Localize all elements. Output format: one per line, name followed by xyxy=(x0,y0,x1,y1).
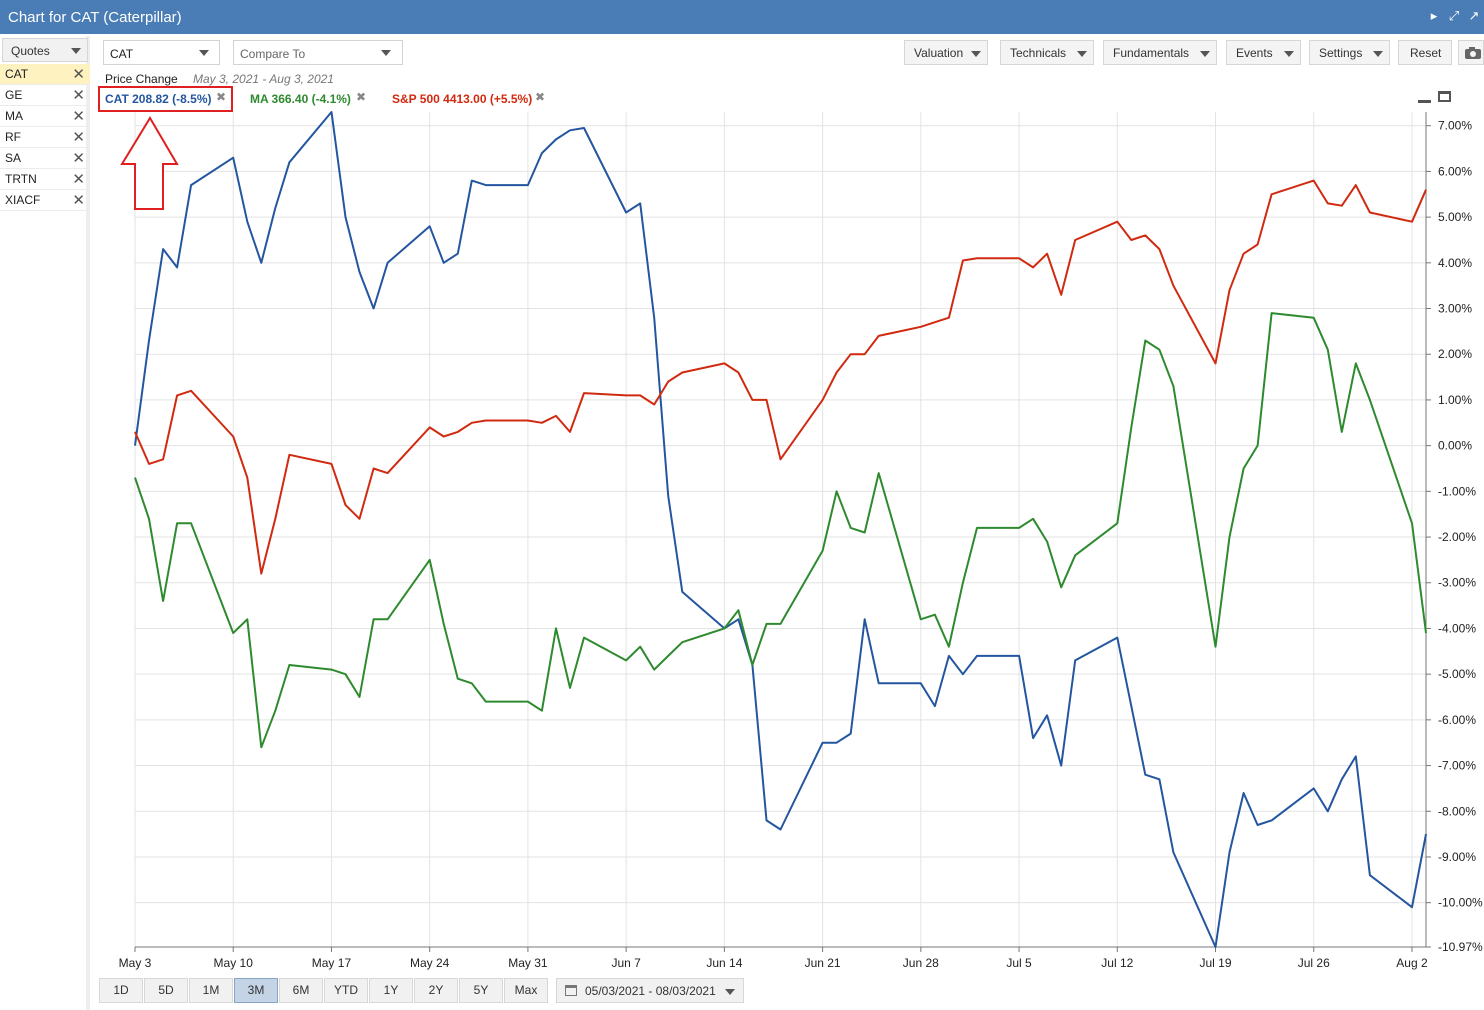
range-button-1d[interactable]: 1D xyxy=(99,978,143,1003)
y-tick-label: -1.00% xyxy=(1438,484,1476,498)
range-button-2y[interactable]: 2Y xyxy=(414,978,458,1003)
calendar-icon xyxy=(565,985,577,996)
series-line-cat xyxy=(134,111,1427,948)
x-tick-label: May 3 xyxy=(119,956,152,970)
series-line-s-p-500 xyxy=(134,179,1427,575)
range-button-1y[interactable]: 1Y xyxy=(369,978,413,1003)
y-tick-label: 5.00% xyxy=(1438,210,1472,224)
range-button-6m[interactable]: 6M xyxy=(279,978,323,1003)
range-button-3m[interactable]: 3M xyxy=(234,978,278,1003)
x-tick-label: Jul 12 xyxy=(1101,956,1133,970)
x-tick-label: Aug 2 xyxy=(1396,956,1428,970)
x-tick-label: Jul 26 xyxy=(1298,956,1330,970)
x-tick-label: Jul 19 xyxy=(1199,956,1231,970)
x-tick-label: May 31 xyxy=(508,956,548,970)
y-tick-label: 6.00% xyxy=(1438,164,1472,178)
chevron-down-icon xyxy=(725,989,735,995)
x-tick-label: May 17 xyxy=(312,956,352,970)
annotation-arrow xyxy=(120,116,179,210)
y-tick-label: 0.00% xyxy=(1438,439,1472,453)
y-tick-label: 1.00% xyxy=(1438,393,1472,407)
range-button-5d[interactable]: 5D xyxy=(144,978,188,1003)
y-tick-label: -2.00% xyxy=(1438,530,1476,544)
range-button-5y[interactable]: 5Y xyxy=(459,978,503,1003)
y-tick-label: -6.00% xyxy=(1438,713,1476,727)
x-tick-label: Jun 21 xyxy=(805,956,841,970)
range-button-max[interactable]: Max xyxy=(504,978,548,1003)
date-range-picker[interactable]: 05/03/2021 - 08/03/2021 xyxy=(556,978,744,1003)
y-tick-label: -10.97% xyxy=(1438,940,1483,954)
y-tick-label: -8.00% xyxy=(1438,804,1476,818)
y-tick-label: -3.00% xyxy=(1438,576,1476,590)
x-tick-label: Jun 28 xyxy=(903,956,939,970)
y-tick-label: 2.00% xyxy=(1438,347,1472,361)
price-change-chart: May 3 May 10 May 17 May 24 May 31 Jun 7 Jun 14… xyxy=(119,111,1483,970)
y-tick-label: -10.00% xyxy=(1438,896,1483,910)
y-tick-label: -7.00% xyxy=(1438,759,1476,773)
y-tick-label: -4.00% xyxy=(1438,621,1476,635)
y-tick-label: 3.00% xyxy=(1438,302,1472,316)
x-tick-label: May 24 xyxy=(410,956,450,970)
x-tick-label: Jul 5 xyxy=(1006,956,1032,970)
series-line-ma xyxy=(134,312,1427,749)
y-tick-label: -9.00% xyxy=(1438,850,1476,864)
date-range-value: 05/03/2021 - 08/03/2021 xyxy=(585,984,716,998)
range-button-ytd[interactable]: YTD xyxy=(324,978,368,1003)
y-tick-label: 7.00% xyxy=(1438,119,1472,133)
range-button-1m[interactable]: 1M xyxy=(189,978,233,1003)
y-tick-label: 4.00% xyxy=(1438,256,1472,270)
x-tick-label: May 10 xyxy=(214,956,254,970)
y-tick-label: -5.00% xyxy=(1438,667,1476,681)
x-tick-label: Jun 14 xyxy=(706,956,742,970)
x-tick-label: Jun 7 xyxy=(611,956,641,970)
